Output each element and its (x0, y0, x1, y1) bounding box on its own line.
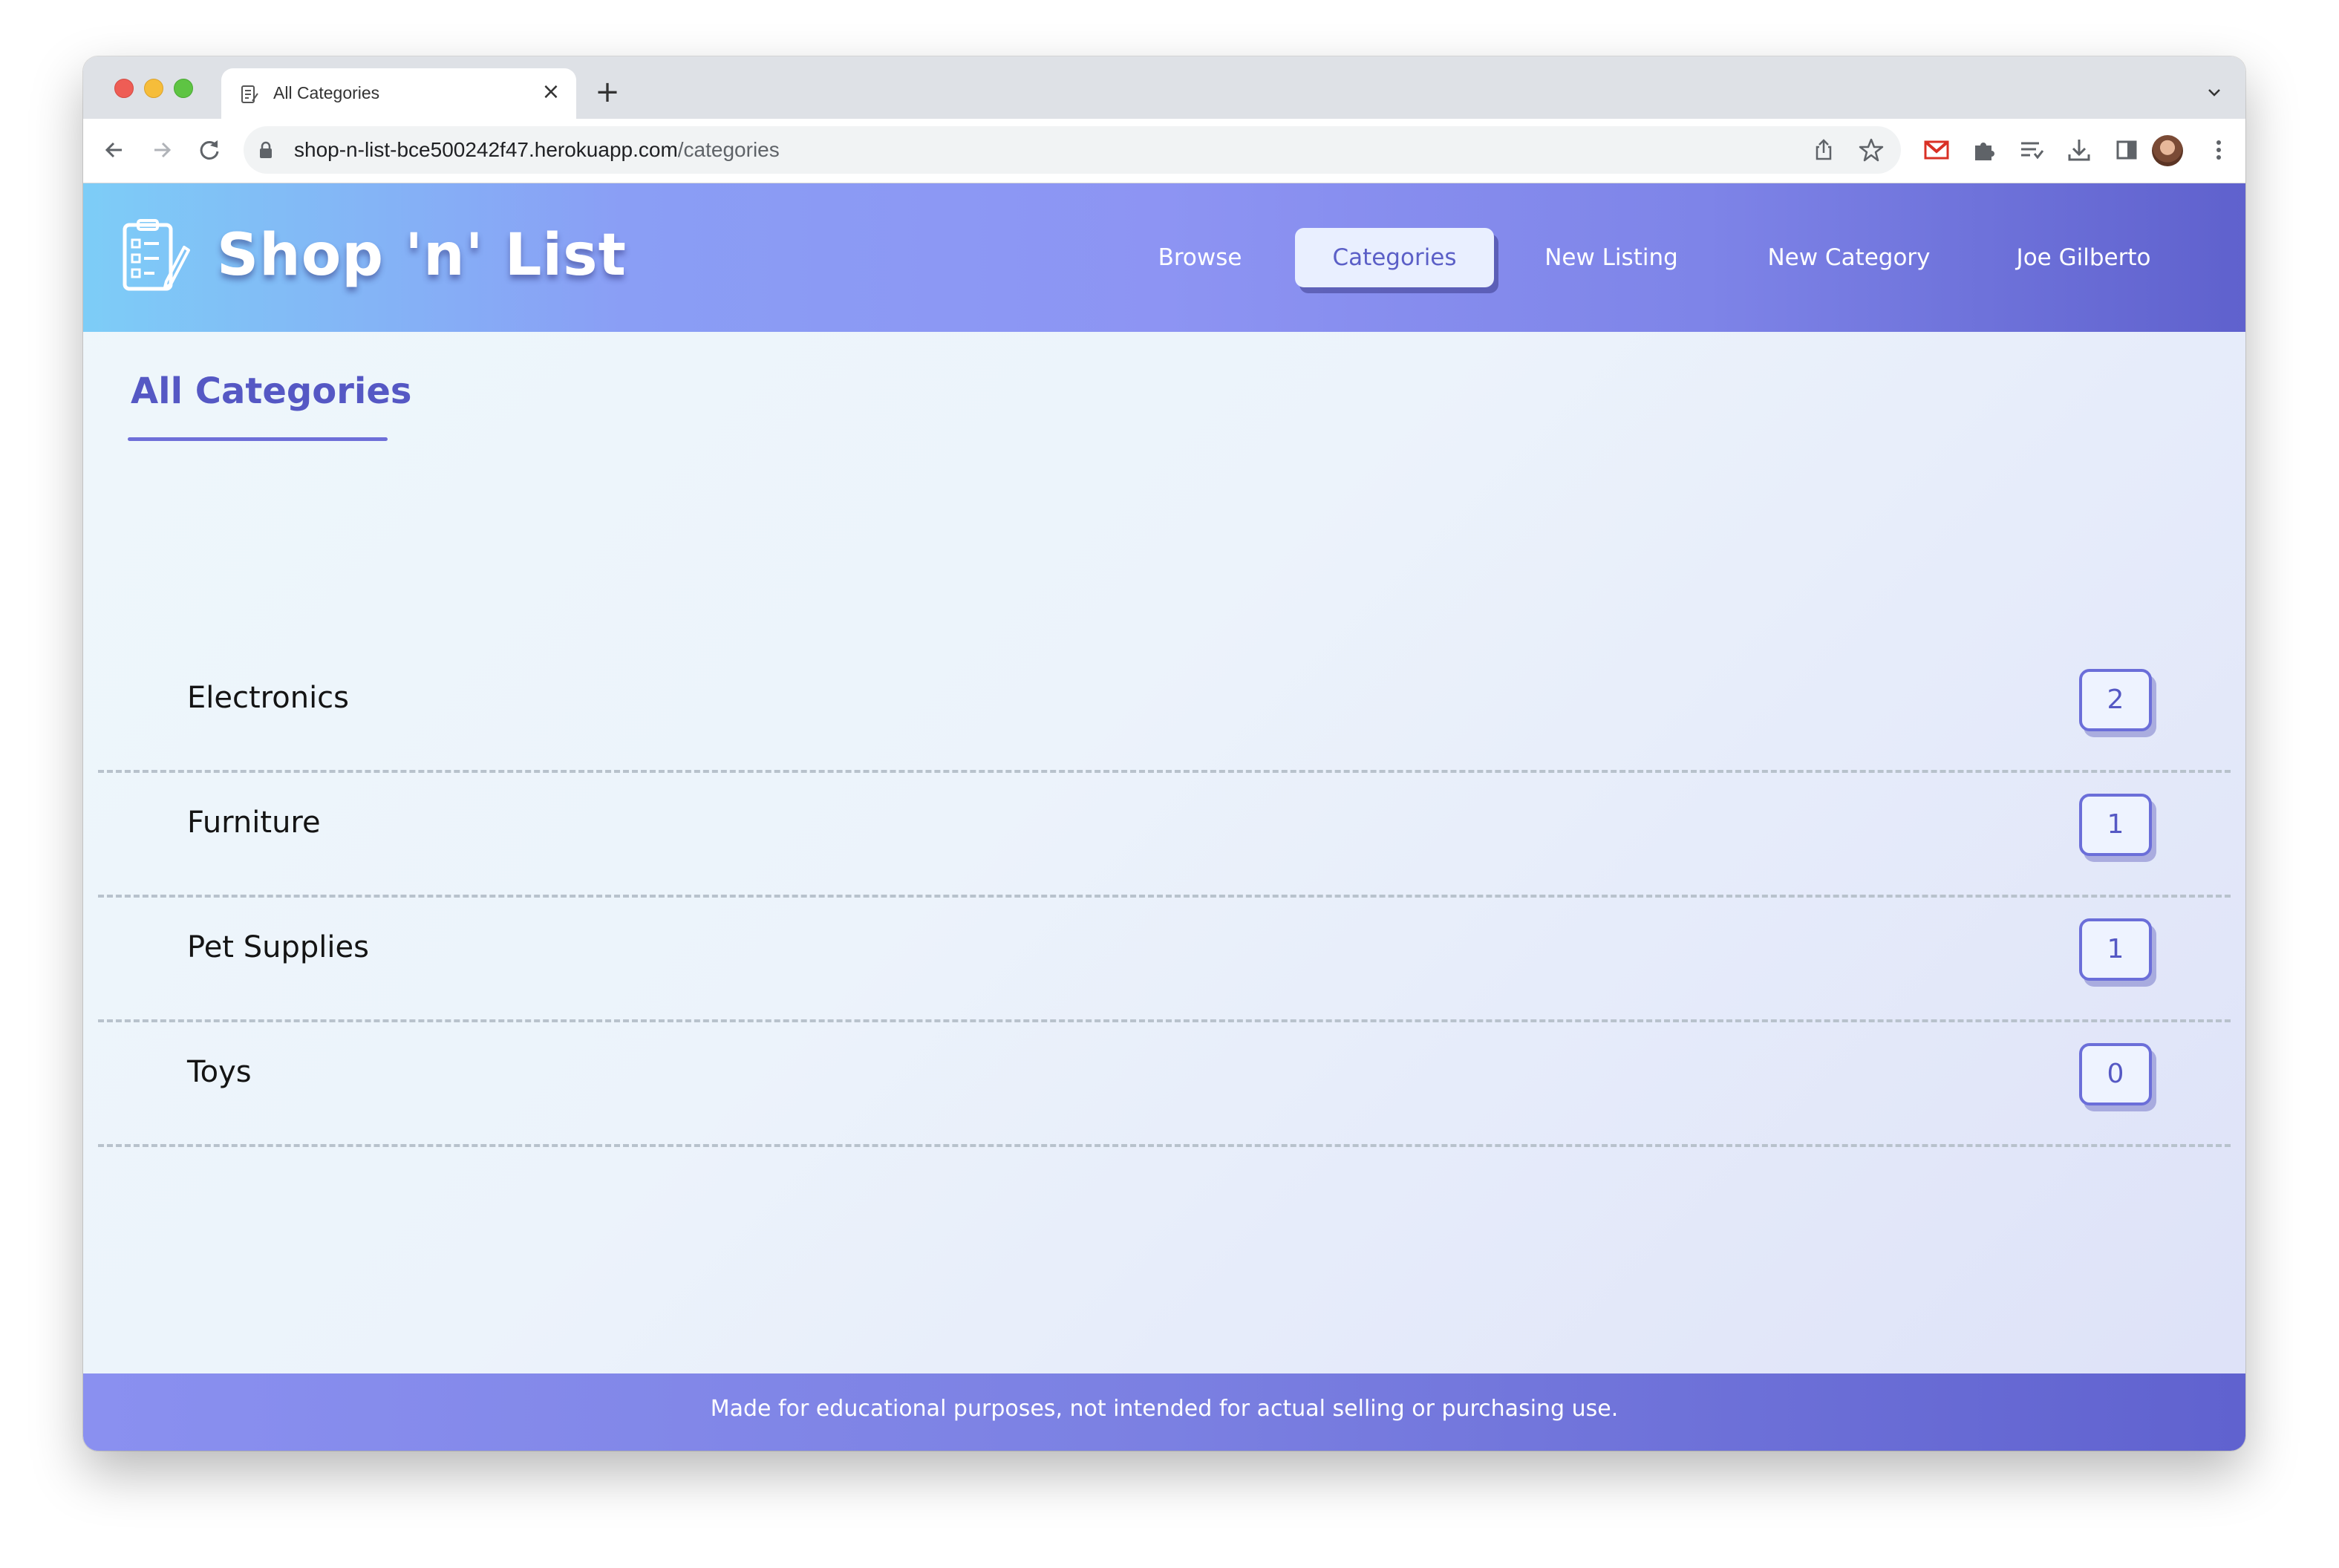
tab-strip: All Categories × + (83, 56, 2245, 119)
minimize-window-button[interactable] (144, 79, 163, 98)
category-count-badge: 1 (2079, 918, 2152, 981)
category-row[interactable]: Pet Supplies 1 (98, 898, 2231, 1022)
reload-icon[interactable] (195, 135, 224, 165)
brand-title[interactable]: Shop 'n' List (217, 222, 627, 289)
close-window-button[interactable] (114, 79, 134, 98)
close-tab-icon[interactable]: × (539, 80, 563, 104)
checklist-icon (241, 85, 258, 103)
footer-disclaimer: Made for educational purposes, not inten… (710, 1396, 1619, 1422)
category-count-badge: 0 (2079, 1043, 2152, 1105)
browser-tab[interactable]: All Categories × (221, 68, 576, 119)
category-name[interactable]: Electronics (187, 681, 349, 715)
reading-list-icon[interactable] (2017, 135, 2046, 165)
nav-categories[interactable]: Categories (1295, 228, 1494, 287)
nav-user-profile[interactable]: Joe Gilberto (1981, 228, 2186, 287)
nav-new-category[interactable]: New Category (1743, 228, 1954, 287)
nav-new-listing[interactable]: New Listing (1524, 228, 1699, 287)
gmail-icon[interactable] (1922, 135, 1951, 165)
share-icon[interactable] (1810, 137, 1837, 163)
url-text: shop-n-list-bce500242f47.herokuapp.com/c… (294, 138, 780, 162)
category-name[interactable]: Pet Supplies (187, 930, 369, 964)
arrow-right-icon[interactable] (147, 135, 177, 165)
category-row[interactable]: Electronics 2 (98, 648, 2231, 773)
address-bar[interactable]: shop-n-list-bce500242f47.herokuapp.com/c… (244, 126, 1901, 174)
tab-title: All Categories (273, 83, 380, 102)
arrow-left-icon[interactable] (100, 135, 129, 165)
profile-avatar[interactable] (2152, 135, 2183, 166)
download-icon[interactable] (2064, 135, 2094, 165)
category-count-badge: 2 (2079, 669, 2152, 731)
star-icon[interactable] (1858, 137, 1885, 163)
category-name[interactable]: Furniture (187, 806, 321, 840)
site-navbar: Shop 'n' List Browse Categories New List… (83, 183, 2245, 332)
url-path: /categories (677, 138, 780, 161)
url-host: shop-n-list-bce500242f47.herokuapp.com (294, 138, 678, 161)
browser-window: All Categories × + shop-n-list-bce500242… (83, 56, 2245, 1451)
category-row[interactable]: Toys 0 (98, 1022, 2231, 1147)
dashed-divider (98, 1144, 2231, 1147)
page-content: Shop 'n' List Browse Categories New List… (83, 183, 2245, 1451)
new-tab-button[interactable]: + (593, 77, 622, 107)
page-title: All Categories (131, 370, 412, 412)
side-panel-icon[interactable] (2112, 135, 2141, 165)
puzzle-icon[interactable] (1969, 135, 1999, 165)
kebab-menu-icon[interactable] (2204, 135, 2234, 165)
category-count-badge: 1 (2079, 794, 2152, 856)
category-name[interactable]: Toys (187, 1055, 252, 1089)
checklist-pencil-icon[interactable] (122, 219, 190, 293)
category-row[interactable]: Furniture 1 (98, 773, 2231, 898)
site-footer: Made for educational purposes, not inten… (83, 1373, 2245, 1451)
browser-toolbar: shop-n-list-bce500242f47.herokuapp.com/c… (83, 119, 2245, 183)
nav-browse[interactable]: Browse (1135, 228, 1265, 287)
chevron-down-icon[interactable] (2205, 83, 2223, 101)
maximize-window-button[interactable] (174, 79, 193, 98)
lock-icon (260, 141, 272, 158)
title-underline (128, 437, 388, 441)
